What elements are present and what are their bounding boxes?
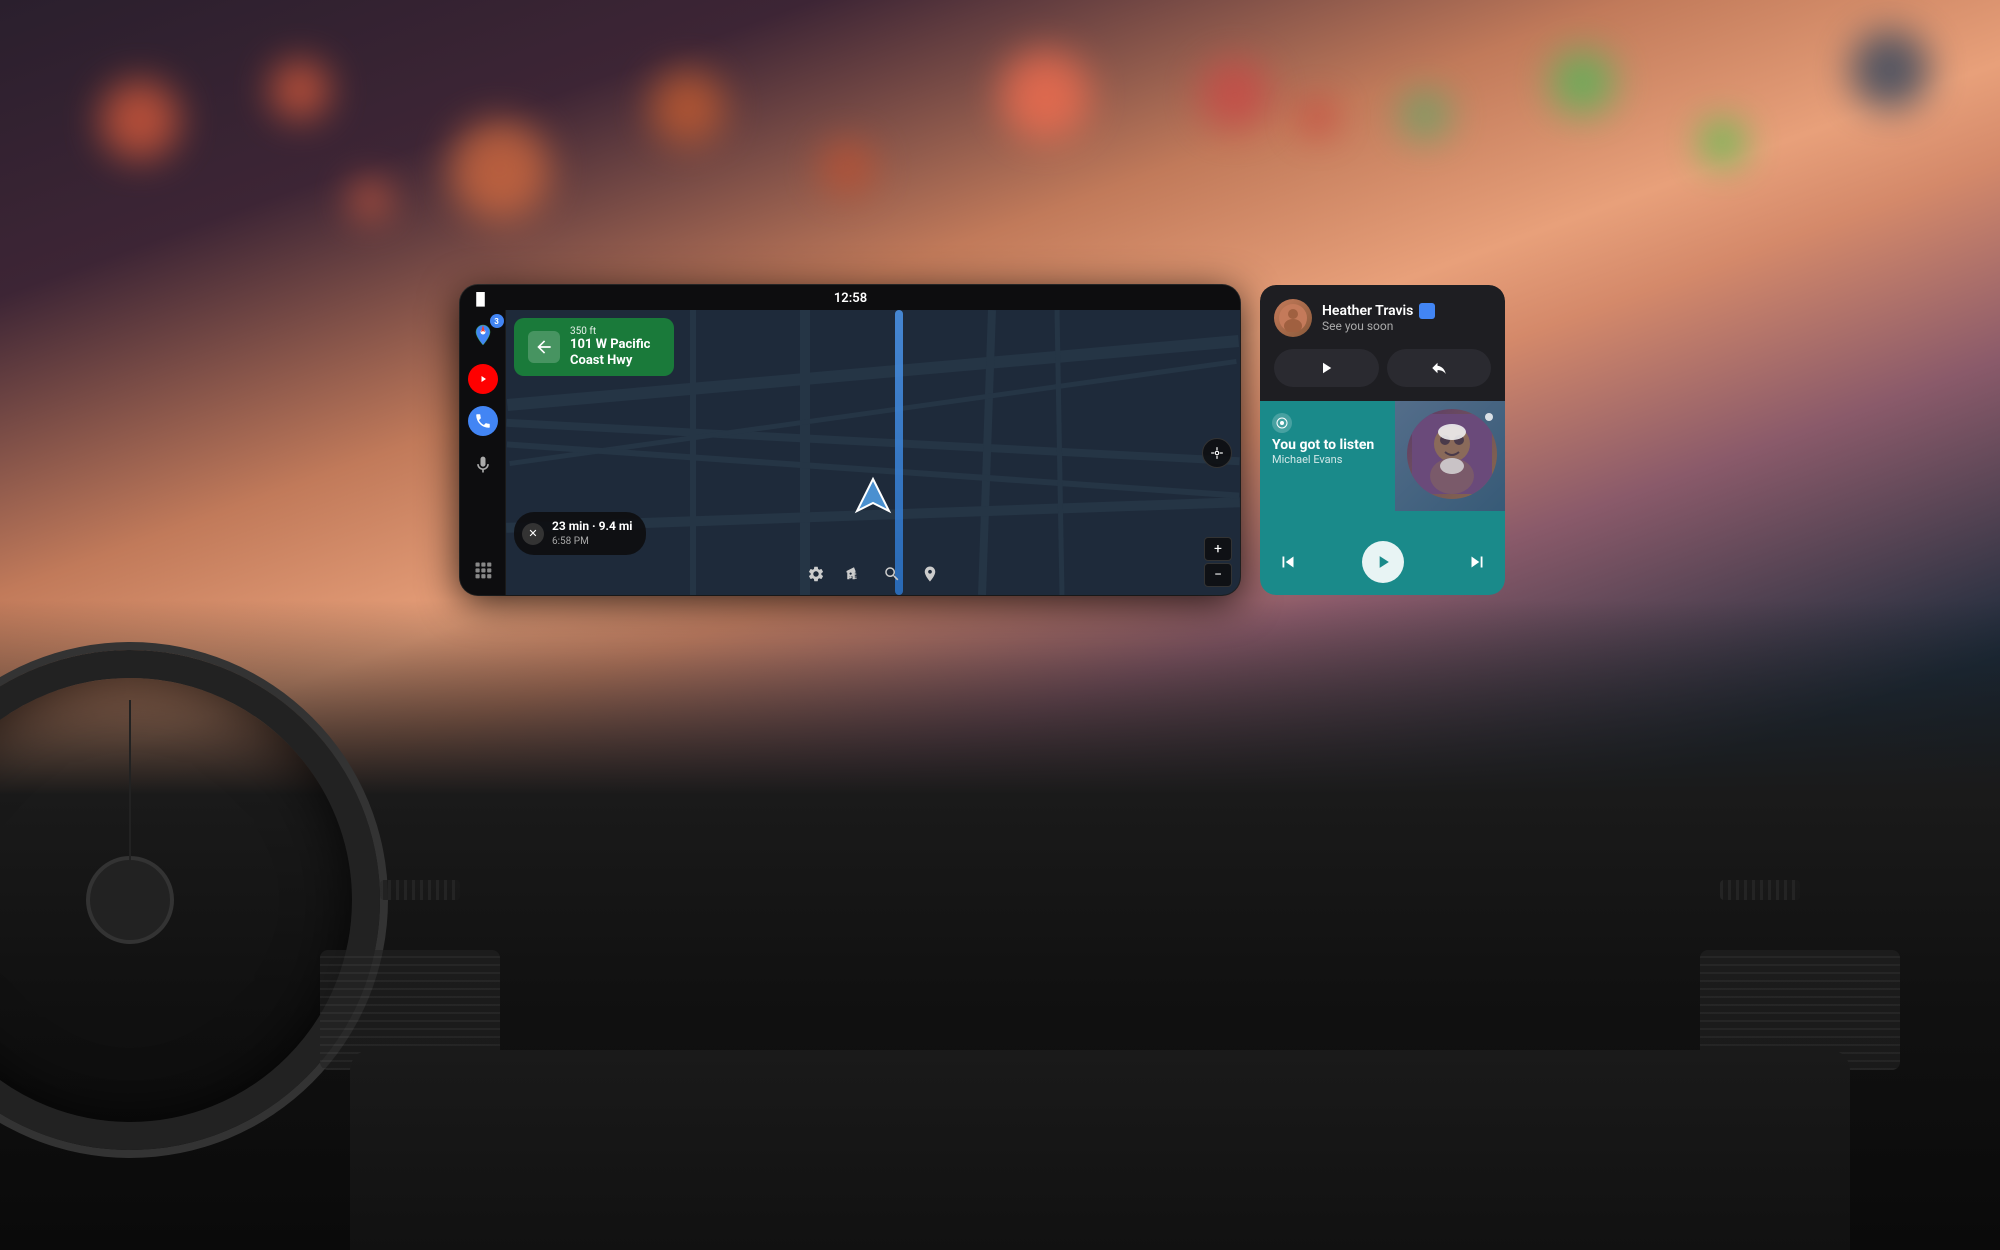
music-artist: Michael Evans [1272,453,1493,466]
bokeh-1 [100,80,180,160]
sidebar: 3 [460,310,506,595]
map-area: 350 ft 101 W Pacific Coast Hwy ✕ 23 min … [506,310,1240,595]
nav-distance: 350 ft [570,326,650,337]
prev-track-button[interactable] [1272,546,1304,578]
bokeh-7 [1200,60,1270,130]
settings-button[interactable] [807,565,825,587]
bokeh-5 [820,140,875,195]
navigation-card: 350 ft 101 W Pacific Coast Hwy [514,318,674,376]
zoom-in-button[interactable]: + [1204,537,1232,561]
sidebar-item-assistant[interactable] [466,448,500,482]
nav-text: 350 ft 101 W Pacific Coast Hwy [570,326,650,368]
message-header: Heather Travis See you soon [1274,299,1491,337]
zoom-controls: + − [1204,537,1232,587]
search-button[interactable] [883,565,901,587]
apps-icon [473,560,493,580]
message-sender: Heather Travis [1322,303,1413,320]
phone-icon [474,412,492,430]
bokeh-6 [1000,50,1090,140]
center-console [350,1050,1850,1250]
message-app-icon [1419,303,1435,319]
nav-arrow-icon [528,331,560,363]
bokeh-4 [650,70,725,145]
message-preview: See you soon [1322,319,1435,333]
play-message-button[interactable] [1274,349,1379,387]
route-time: 23 min · 9.4 mi [552,518,632,535]
message-actions [1274,349,1491,387]
music-title: You got to listen [1272,437,1493,453]
vent-right [1720,880,1800,900]
vent-left [380,880,460,900]
bokeh-10 [1700,120,1745,165]
sidebar-item-apps[interactable] [466,553,500,587]
music-info: You got to listen Michael Evans [1272,413,1493,466]
route-close-button[interactable]: ✕ [522,523,544,545]
right-panel: Heather Travis See you soon [1260,285,1505,595]
message-info: Heather Travis See you soon [1322,303,1435,334]
bokeh-9 [1550,50,1615,115]
mic-icon [473,455,493,475]
zoom-out-button[interactable]: − [1204,563,1232,587]
avatar [1274,299,1312,337]
bokeh-12 [350,180,390,220]
nav-street-line2: Coast Hwy [570,353,650,369]
music-icon [474,370,492,388]
sidebar-item-phone[interactable] [468,406,498,436]
signal-icon: ▐▌ [472,292,489,306]
nav-route-line [895,310,903,595]
location-center-button[interactable] [1202,438,1232,468]
next-track-button[interactable] [1461,546,1493,578]
road-2 [506,419,1239,465]
pin-button[interactable] [921,565,939,587]
route-eta: 6:58 PM [552,535,632,549]
play-pause-button[interactable] [1362,541,1404,583]
bokeh-3 [450,120,550,220]
route-info: ✕ 23 min · 9.4 mi 6:58 PM [514,512,646,555]
nav-street-line1: 101 W Pacific [570,337,650,353]
nav-arrow-marker [853,475,893,515]
infotainment-screen: ▐▌ 12:58 3 [460,285,1240,595]
music-card: You got to listen Michael Evans [1260,401,1505,595]
road-4 [978,310,996,595]
map-controls [1202,438,1232,468]
music-service-icon [1272,413,1292,433]
road-8 [690,310,696,595]
bokeh-2 [270,60,330,120]
music-controls [1272,541,1493,583]
bokeh-8 [1400,90,1450,140]
bokeh-13 [1300,100,1335,135]
status-bar: ▐▌ 12:58 [460,285,1240,310]
reply-message-button[interactable] [1387,349,1492,387]
avatar-image [1279,304,1307,332]
bokeh-11 [1850,30,1930,110]
route-list-button[interactable] [845,565,863,587]
map-toolbar [807,565,939,587]
message-card: Heather Travis See you soon [1260,285,1505,401]
route-details: 23 min · 9.4 mi 6:58 PM [552,518,632,549]
maps-badge: 3 [490,314,504,328]
sidebar-item-music[interactable] [468,364,498,394]
status-time: 12:58 [834,291,867,306]
sidebar-item-maps[interactable]: 3 [466,318,500,352]
road-3 [800,310,810,595]
main-content: 3 [460,310,1240,595]
maps-icon [471,323,495,347]
